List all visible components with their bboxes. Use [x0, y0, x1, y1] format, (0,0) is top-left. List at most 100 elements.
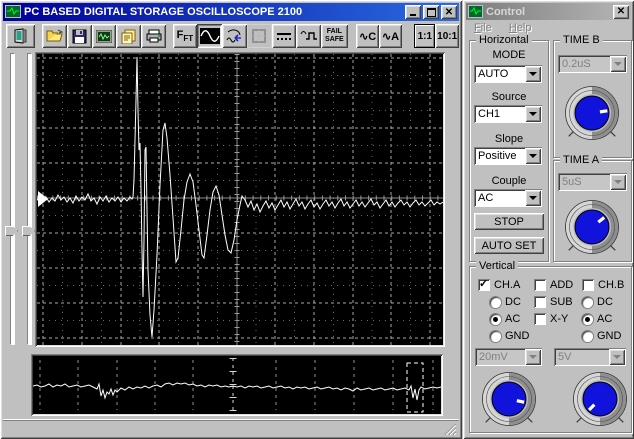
time-a-caption: TIME A [560, 154, 603, 166]
cha-gain-knob[interactable] [481, 371, 537, 427]
toolbar: FFT FAIL SAFE ∿C ∿A 1:1 10:1 [3, 22, 460, 50]
add-checkbox[interactable] [534, 279, 546, 291]
minimize-button[interactable] [405, 5, 421, 19]
cha-gnd-label: GND [505, 330, 530, 342]
vertical-position-track-a[interactable] [10, 53, 14, 344]
control-close-button[interactable]: ✕ [613, 4, 629, 19]
chb-range-combobox[interactable]: 5V [554, 348, 626, 366]
snapshot-button[interactable] [91, 24, 117, 48]
chevron-down-icon [529, 196, 537, 200]
fft-button[interactable]: FFT [172, 24, 198, 48]
xy-label: X-Y [550, 313, 569, 325]
square-wave-icon [300, 31, 317, 40]
source-combobox[interactable]: CH1 [474, 105, 542, 123]
minimize-icon [410, 14, 416, 16]
screen: PC BASED DIGITAL STORAGE OSCILLOSCOPE 21… [0, 0, 634, 439]
notes-button[interactable] [116, 24, 142, 48]
time-a-dropdown-button[interactable] [610, 174, 626, 190]
status-bar [3, 420, 459, 437]
control-titlebar[interactable]: Control ✕ [466, 3, 631, 20]
close-button[interactable]: ✕ [441, 5, 457, 19]
undo-wave-button[interactable] [222, 24, 247, 48]
undo-arrow-wave-icon [226, 29, 242, 43]
time-a-knob[interactable] [564, 199, 620, 255]
cha-checkbox[interactable] [478, 277, 490, 291]
exit-door-icon [14, 28, 27, 44]
exit-button[interactable] [6, 24, 35, 48]
chb-range-dropdown-button[interactable] [609, 349, 625, 365]
stop-button[interactable]: STOP [474, 213, 544, 230]
cha-range-dropdown-button[interactable] [525, 349, 541, 365]
line-style-button[interactable] [271, 24, 297, 48]
waveform-image-icon [96, 29, 113, 43]
probe-10-1-button[interactable]: 10:1 [435, 24, 460, 48]
time-b-combobox[interactable]: 0.2uS [558, 55, 627, 73]
mini-scope-icon [5, 5, 21, 18]
main-titlebar[interactable]: PC BASED DIGITAL STORAGE OSCILLOSCOPE 21… [3, 3, 459, 21]
chb-checkbox[interactable] [582, 279, 594, 291]
chb-gain-knob[interactable] [572, 371, 628, 427]
cal-c-button[interactable]: ∿C [356, 24, 380, 48]
maximize-icon [426, 7, 436, 17]
vertical-position-track-b[interactable] [27, 53, 31, 344]
probe-1-1-button[interactable]: 1:1 [414, 24, 436, 48]
failsafe-button[interactable]: FAIL SAFE [321, 24, 348, 48]
stop-label: STOP [494, 215, 524, 228]
main-scope-display[interactable] [35, 52, 445, 347]
couple-label: Couple [491, 175, 527, 187]
time-a-combobox[interactable]: 5uS [558, 173, 627, 191]
cha-ac-radio[interactable] [490, 313, 501, 325]
cal-a-label: ∿A [381, 30, 400, 43]
time-b-caption: TIME B [560, 34, 603, 46]
cal-a-button[interactable]: ∿A [379, 24, 402, 48]
cha-range-combobox[interactable]: 20mV [475, 348, 542, 366]
add-label: ADD [550, 279, 574, 291]
fft-label: FFT [176, 28, 194, 44]
save-button[interactable] [66, 24, 92, 48]
source-value: CH1 [478, 108, 501, 120]
chb-dc-label: DC [597, 296, 613, 308]
cha-gnd-radio[interactable] [490, 330, 501, 342]
autoset-button[interactable]: AUTO SET [474, 237, 544, 254]
source-dropdown-button[interactable] [525, 106, 541, 122]
time-b-dropdown-button[interactable] [610, 56, 626, 72]
mode-combobox[interactable]: AUTO [474, 65, 542, 83]
maximize-button[interactable] [423, 5, 439, 19]
couple-combobox[interactable]: AC [474, 189, 542, 207]
cha-label: CH.A [494, 279, 521, 291]
open-folder-icon [45, 29, 63, 42]
time-a-value: 5uS [562, 176, 582, 188]
chb-gnd-radio[interactable] [582, 330, 593, 342]
chevron-down-icon [614, 180, 622, 184]
notes-icon [121, 29, 136, 44]
overview-display[interactable] [31, 354, 443, 416]
chb-ac-label: AC [597, 313, 613, 325]
slope-dropdown-button[interactable] [525, 148, 541, 164]
print-button[interactable] [141, 24, 166, 48]
vertical-caption: Vertical [476, 260, 519, 272]
slope-combobox[interactable]: Positive [474, 147, 542, 165]
chb-ac-radio[interactable] [582, 313, 593, 325]
xy-checkbox[interactable] [534, 313, 546, 325]
resize-grip-icon[interactable] [444, 423, 457, 436]
time-b-knob[interactable] [564, 85, 620, 141]
mini-scope-icon [468, 5, 483, 18]
chb-range-value: 5V [558, 351, 572, 363]
sub-checkbox[interactable] [534, 296, 546, 308]
grid-button[interactable] [246, 24, 272, 48]
time-a-group: TIME A 5uS [553, 154, 632, 262]
square-wave-button[interactable] [296, 24, 322, 48]
menu-help[interactable]: Help [509, 22, 532, 34]
mode-dropdown-button[interactable] [525, 66, 541, 82]
cha-dc-radio[interactable] [490, 296, 501, 308]
wave-display-button[interactable] [197, 24, 223, 48]
slope-value: Positive [478, 150, 517, 162]
chevron-down-icon [529, 154, 537, 158]
open-button[interactable] [42, 24, 67, 48]
printer-icon [146, 29, 162, 43]
sub-label: SUB [550, 296, 573, 308]
chb-dc-radio[interactable] [582, 296, 593, 308]
couple-dropdown-button[interactable] [525, 190, 541, 206]
menu-file[interactable]: File [474, 22, 492, 34]
time-b-value: 0.2uS [562, 58, 591, 70]
